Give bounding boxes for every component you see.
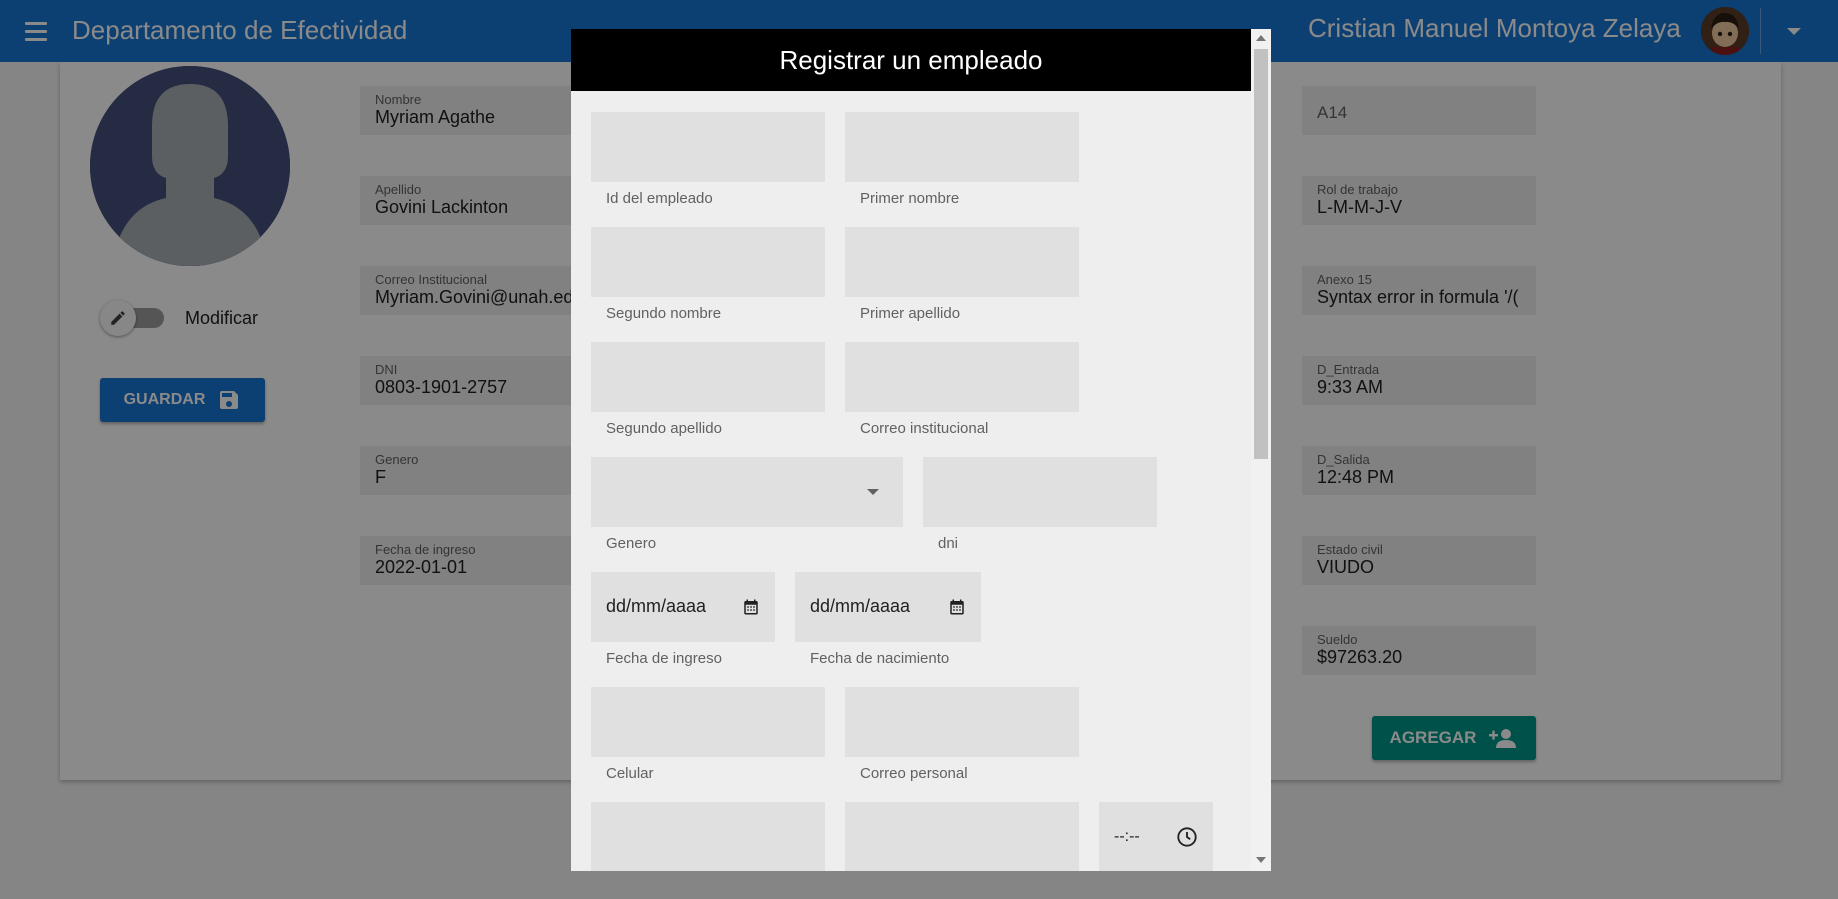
segundo-apellido-field[interactable]: Segundo apellido (591, 342, 825, 437)
time-input[interactable]: --:-- (1099, 802, 1213, 871)
fecha-nacimiento-field[interactable]: dd/mm/aaaa Fecha de nacimiento (795, 572, 981, 667)
dialog-title: Registrar un empleado (571, 29, 1251, 91)
clock-icon[interactable] (1176, 826, 1198, 848)
chevron-down-icon (867, 488, 879, 495)
genero-field[interactable]: Genero (591, 457, 903, 552)
dialog-scrollbar[interactable] (1251, 29, 1271, 871)
extra-field-2[interactable] (845, 802, 1079, 871)
correo-institucional-field[interactable]: Correo institucional (845, 342, 1079, 437)
calendar-icon[interactable] (742, 598, 760, 616)
id-empleado-input[interactable] (591, 112, 825, 182)
scrollbar-thumb[interactable] (1254, 49, 1268, 459)
segundo-apellido-input[interactable] (591, 342, 825, 412)
extra-input-1[interactable] (591, 802, 825, 871)
primer-nombre-input[interactable] (845, 112, 1079, 182)
fecha-ingreso-field[interactable]: dd/mm/aaaa Fecha de ingreso (591, 572, 775, 667)
calendar-icon[interactable] (948, 598, 966, 616)
dni-field[interactable]: dni (923, 457, 1157, 552)
primer-apellido-field[interactable]: Primer apellido (845, 227, 1079, 322)
primer-nombre-field[interactable]: Primer nombre (845, 112, 1079, 207)
fecha-nacimiento-input[interactable]: dd/mm/aaaa (795, 572, 981, 642)
correo-personal-field[interactable]: Correo personal (845, 687, 1079, 782)
primer-apellido-input[interactable] (845, 227, 1079, 297)
id-empleado-field[interactable]: Id del empleado (591, 112, 825, 207)
extra-field-1[interactable] (591, 802, 825, 871)
segundo-nombre-input[interactable] (591, 227, 825, 297)
correo-institucional-input[interactable] (845, 342, 1079, 412)
register-employee-dialog: Registrar un empleado Id del empleado Pr… (571, 29, 1271, 871)
correo-personal-input[interactable] (845, 687, 1079, 757)
fecha-ingreso-input[interactable]: dd/mm/aaaa (591, 572, 775, 642)
segundo-nombre-field[interactable]: Segundo nombre (591, 227, 825, 322)
celular-field[interactable]: Celular (591, 687, 825, 782)
scroll-up-icon[interactable] (1256, 35, 1266, 41)
time-field[interactable]: --:-- (1099, 802, 1213, 871)
celular-input[interactable] (591, 687, 825, 757)
extra-input-2[interactable] (845, 802, 1079, 871)
dni-input[interactable] (923, 457, 1157, 527)
scroll-down-icon[interactable] (1256, 857, 1266, 863)
genero-select[interactable] (591, 457, 903, 527)
